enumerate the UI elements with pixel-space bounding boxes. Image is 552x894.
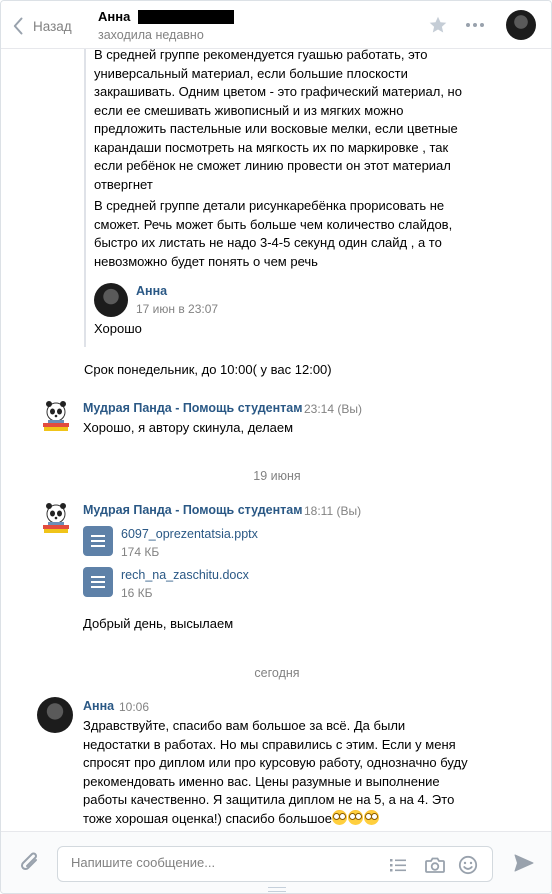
quoted-paragraph-1: В средней группе рекомендуется гуашью ра… [94, 49, 462, 192]
back-label: Назад [33, 18, 72, 34]
attachment-doc[interactable]: rech_na_zaschitu.docx 16 КБ [83, 567, 383, 601]
message-input-box[interactable] [57, 846, 493, 882]
quoted-paragraph-2: В средней группе детали рисункаребёнка п… [94, 198, 453, 269]
message-text: Срок понедельник, до 10:00( у вас 12:00) [84, 362, 332, 377]
forwarded-author[interactable]: Анна [136, 284, 167, 298]
document-icon [83, 567, 113, 597]
message-composer [1, 831, 551, 893]
avatar[interactable] [37, 697, 73, 733]
forwarded-reply-text: Хорошо [94, 321, 142, 336]
contact-name[interactable]: Анна [98, 9, 235, 24]
message-group: Мудрая Панда - Помощь студентам 23:14 (В… [41, 399, 541, 435]
date-separator: сегодня [254, 666, 300, 680]
chat-window: Назад Анна заходила недавно В средней гр… [0, 0, 552, 894]
resize-handle[interactable] [268, 887, 286, 892]
redacted-surname [138, 9, 235, 24]
sender-name[interactable]: Анна [83, 699, 114, 713]
emoji-icon [347, 809, 363, 825]
template-list-icon[interactable] [388, 855, 408, 875]
send-icon[interactable] [514, 854, 534, 872]
message-text: Добрый день, высылаем [83, 616, 234, 631]
emoji-icon [363, 809, 379, 825]
more-icon[interactable] [465, 17, 485, 33]
message-time[interactable]: 10:06 [119, 700, 149, 714]
attachment-size: 174 КБ [121, 545, 160, 559]
emoji-icon [331, 809, 347, 825]
sender-name[interactable]: Мудрая Панда - Помощь студентам [83, 503, 302, 517]
attachment-doc[interactable]: 6097_oprezentatsia.pptx 174 КБ [83, 526, 383, 560]
smile-icon[interactable] [458, 855, 478, 875]
star-icon[interactable] [428, 15, 448, 35]
forwarded-reply-header: Анна 17 июн в 23:07 [94, 283, 244, 319]
message-input[interactable] [71, 855, 371, 870]
chat-header: Назад Анна заходила недавно [1, 1, 551, 49]
message-time[interactable]: 18:11 (Вы) [304, 504, 361, 518]
back-button[interactable]: Назад [13, 15, 72, 37]
message-feed[interactable]: В средней группе рекомендуется гуашью ра… [1, 49, 551, 831]
message-text: Здравствуйте, спасибо вам большое за всё… [83, 718, 468, 826]
chevron-left-icon [13, 17, 23, 35]
sender-name[interactable]: Мудрая Панда - Помощь студентам [83, 401, 302, 415]
contact-avatar[interactable] [506, 10, 536, 40]
paperclip-icon[interactable] [19, 850, 41, 874]
message-text: Хорошо, я автору скинула, делаем [83, 420, 294, 435]
attachment-name[interactable]: 6097_oprezentatsia.pptx [121, 527, 258, 541]
message-text-container: Здравствуйте, спасибо вам большое за всё… [83, 717, 473, 828]
panda-avatar-icon[interactable] [41, 501, 71, 535]
avatar[interactable] [94, 283, 128, 317]
contact-status: заходила недавно [98, 28, 204, 42]
attachment-size: 16 КБ [121, 586, 153, 600]
attachment-name[interactable]: rech_na_zaschitu.docx [121, 568, 249, 582]
forwarded-time[interactable]: 17 июн в 23:07 [136, 302, 218, 316]
contact-name-text: Анна [98, 9, 131, 24]
date-separator: 19 июня [253, 469, 301, 483]
panda-avatar-icon[interactable] [41, 399, 71, 433]
document-icon [83, 526, 113, 556]
message-time[interactable]: 23:14 (Вы) [304, 402, 362, 416]
camera-icon[interactable] [424, 855, 446, 875]
